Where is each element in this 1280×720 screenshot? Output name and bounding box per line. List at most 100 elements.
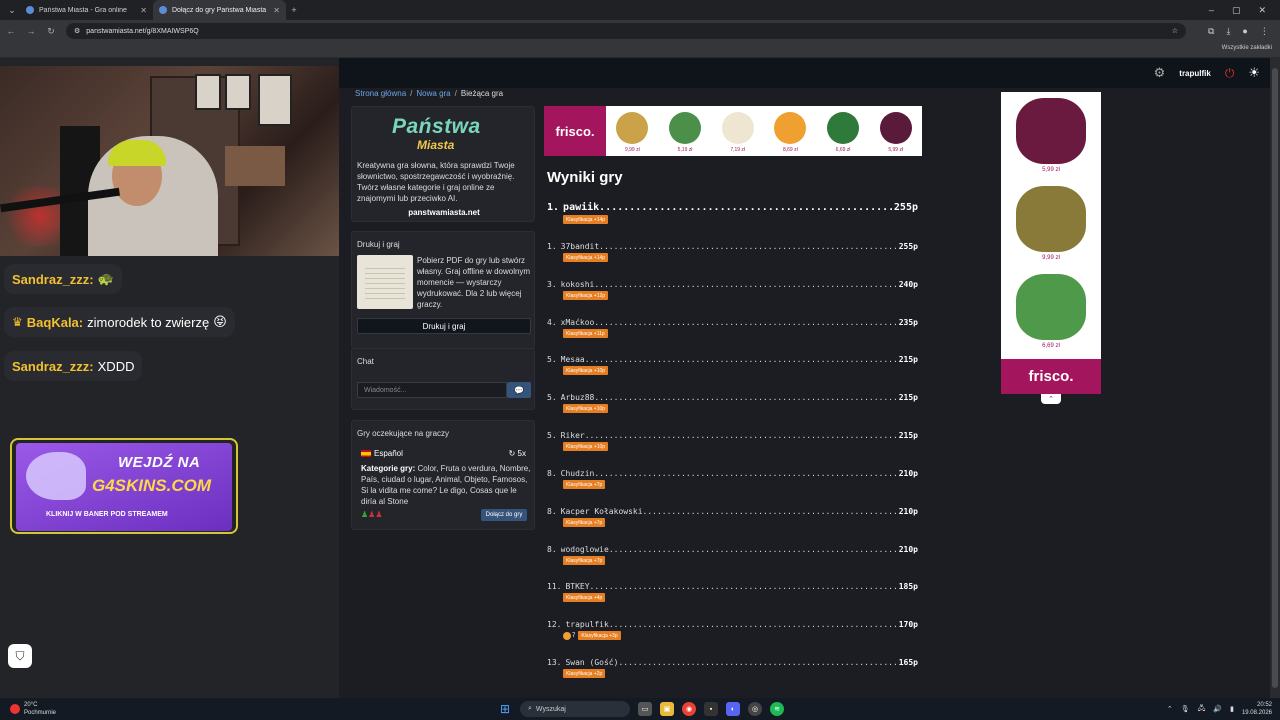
bookmark-star-icon[interactable]: ☆ — [1172, 27, 1178, 35]
frisco-banner-ad[interactable]: frisco. 9,99 zł 5,19 zł 7,19 zł 8,69 zł 6,69… — [544, 106, 922, 156]
scrollbar-thumb[interactable] — [1272, 68, 1278, 688]
classification-badge: Klasyfikacja +12p — [563, 291, 609, 300]
result-points: 255p — [898, 242, 918, 251]
close-icon[interactable]: ✕ — [140, 6, 147, 15]
stream-chat-message: Sandraz_zzz: 🐢 — [4, 264, 122, 294]
result-name-text: Mesaa — [560, 355, 585, 364]
reload-icon[interactable]: ↻ — [46, 26, 56, 37]
result-name-text: kokoshi — [560, 280, 595, 289]
obs-icon[interactable]: ◎ — [748, 702, 762, 716]
taskbar-search[interactable]: ⌕ Wyszukaj — [520, 701, 630, 717]
result-name-text: wodoglowie — [560, 545, 609, 554]
logo-line1[interactable]: Państwa — [392, 115, 481, 139]
tab-dolacz[interactable]: Dołącz do gry Państwa Miasta ✕ — [153, 0, 286, 20]
site-info-icon[interactable]: ⚙ — [74, 27, 80, 35]
forward-icon[interactable]: → — [26, 26, 36, 36]
network-icon[interactable]: 🖧 — [1198, 704, 1206, 715]
tab-search-icon[interactable]: ⌄ — [4, 2, 20, 18]
side-ad-product[interactable]: 6,69 zł — [1001, 268, 1101, 358]
result-badges: Klasyfikacja +10p — [563, 442, 918, 451]
shield-icon[interactable]: ⛉ — [8, 644, 32, 668]
side-ad-product[interactable]: 9,99 zł — [1001, 180, 1101, 270]
banner-product[interactable]: 5,99 zł — [869, 106, 922, 156]
print-button[interactable]: Drukuj i graj — [357, 318, 531, 334]
classification-badge: Klasyfikacja +3p — [578, 631, 621, 640]
reaction-badge[interactable]: 7 — [563, 631, 575, 640]
breadcrumb-home[interactable]: Strona główna — [355, 89, 406, 98]
result-row: 8. Chudzin...............................… — [547, 469, 918, 489]
banner-product[interactable]: 7,19 zł — [711, 106, 764, 156]
result-name-text: BTKEY — [565, 582, 590, 591]
join-game-button[interactable]: Dołącz do gry — [481, 509, 527, 521]
minimize-icon[interactable]: – — [1209, 5, 1214, 16]
all-bookmarks[interactable]: Wszystkie zakładki — [1222, 45, 1272, 51]
discord-icon[interactable]: ◐ — [726, 702, 740, 716]
clock[interactable]: 20:52 19.08.2026 — [1242, 701, 1272, 717]
result-row: 4. xMaćkoo...............................… — [547, 318, 918, 338]
banner-product[interactable]: 5,19 zł — [659, 106, 712, 156]
logout-icon[interactable]: ⏻ — [1225, 66, 1235, 81]
chat-emoji: 😝 — [213, 314, 227, 329]
result-row: 5. Riker.................................… — [547, 431, 918, 451]
result-rank: 8. — [547, 507, 557, 516]
classification-badge: Klasyfikacja +14p — [563, 215, 609, 224]
weather-widget[interactable]: 20°C Pochmurnie — [10, 701, 56, 717]
extensions-icon[interactable]: ⧉ — [1208, 26, 1214, 37]
result-rank: 4. — [547, 318, 557, 327]
mic-icon[interactable]: 🎙 — [1181, 705, 1190, 713]
result-row: 5. Mesaa.................................… — [547, 355, 918, 375]
tab-panstwa-miasta[interactable]: Państwa Miasta - Gra online ✕ — [20, 0, 153, 20]
g4skins-ad[interactable]: WEJDŹ NA G4SKINS.COM KLIKNIJ W BANER POD… — [10, 438, 238, 534]
chat-input[interactable]: Wiadomość... — [357, 382, 507, 398]
close-window-icon[interactable]: ✕ — [1258, 5, 1266, 16]
result-name: Swan (Gość).............................… — [565, 658, 898, 667]
result-line: 11. BTKEY................................… — [547, 582, 918, 591]
chat-card: Chat Wiadomość... 💬 — [351, 348, 535, 410]
banner-product[interactable]: 8,69 zł — [764, 106, 817, 156]
task-view-icon[interactable]: ▭ — [638, 702, 652, 716]
file-explorer-icon[interactable]: ▣ — [660, 702, 674, 716]
tray-chevron-icon[interactable]: ⌃ — [1167, 705, 1173, 713]
product-price: 5,99 zł — [888, 147, 904, 153]
maximize-icon[interactable]: ▢ — [1232, 5, 1241, 16]
back-icon[interactable]: ← — [6, 26, 16, 36]
intro-text: Kreatywna gra słowna, która sprawdzi Two… — [357, 161, 515, 203]
theme-toggle-icon[interactable]: ☀ — [1248, 65, 1260, 81]
new-tab-icon[interactable]: + — [286, 2, 302, 18]
volume-icon[interactable]: 🔊 — [1213, 705, 1222, 713]
banner-product[interactable]: 9,99 zł — [606, 106, 659, 156]
send-icon[interactable]: 💬 — [507, 382, 531, 398]
menu-icon[interactable]: ⋮ — [1260, 26, 1269, 37]
result-name-text: Chudzin — [560, 469, 595, 478]
frisco-side-ad[interactable]: frisco. 5,99 zł 9,99 zł 6,69 zł — [1001, 92, 1101, 394]
close-icon[interactable]: ✕ — [273, 6, 280, 15]
chrome-icon[interactable]: ◉ — [682, 702, 696, 716]
settings-icon[interactable]: ⚙ — [1154, 65, 1166, 81]
result-name-text: Kacper Kołakowski — [560, 507, 643, 516]
windows-start-icon[interactable]: ⊞ — [498, 702, 512, 716]
battery-icon[interactable]: ▮ — [1230, 705, 1234, 713]
result-rank: 8. — [547, 469, 557, 478]
result-row: 11. BTKEY................................… — [547, 582, 918, 602]
result-leader-dots: ........................................… — [599, 242, 899, 251]
result-badges: Klasyfikacja +7p — [563, 518, 918, 527]
app-icon[interactable]: ▪ — [704, 702, 718, 716]
result-row: 8. Kacper Kołakowski.....................… — [547, 507, 918, 527]
page-content: Strona główna / Nowa gra / Bieżąca gra P… — [339, 88, 1270, 698]
classification-badge: Klasyfikacja +14p — [563, 253, 609, 262]
spotify-icon[interactable]: ≋ — [770, 702, 784, 716]
download-icon[interactable]: ⤓ — [1226, 26, 1230, 37]
logo-line2[interactable]: Miasta — [417, 138, 454, 152]
classification-badge: Klasyfikacja +7p — [563, 518, 606, 527]
result-row: 8. wodoglowie............................… — [547, 545, 918, 565]
username-label[interactable]: trapulfik — [1179, 69, 1211, 78]
profile-icon[interactable]: ● — [1242, 26, 1247, 37]
breadcrumb-new-game[interactable]: Nowa gra — [416, 89, 450, 98]
classification-badge: Klasyfikacja +10p — [563, 442, 609, 451]
url-field[interactable]: ⚙ panstwamiasta.net/g/8XMAIWSP6Q ☆ — [66, 23, 1186, 39]
banner-product[interactable]: 6,69 zł — [817, 106, 870, 156]
chevron-up-icon[interactable]: ⌃ — [1041, 394, 1061, 404]
side-ad-product[interactable]: 5,99 zł — [1001, 92, 1101, 182]
result-badges: Klasyfikacja +14p — [563, 215, 918, 224]
page-scrollbar[interactable] — [1270, 58, 1280, 698]
